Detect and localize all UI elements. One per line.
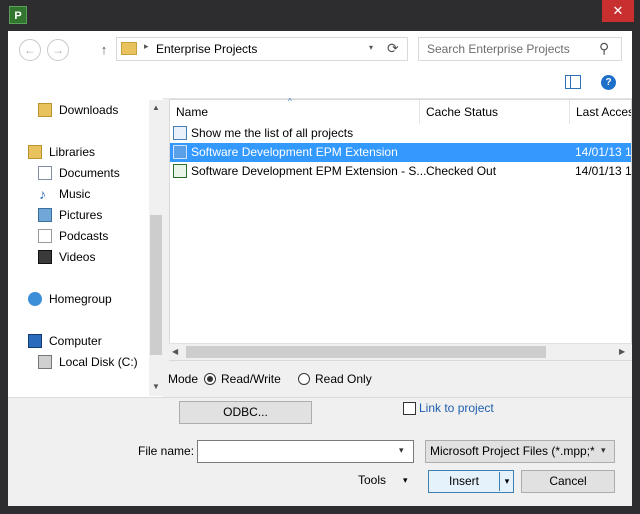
- insert-button[interactable]: Insert ▾: [428, 470, 514, 493]
- split-divider: [499, 472, 500, 491]
- homegroup-icon: [28, 292, 42, 306]
- sidebar-scrollbar[interactable]: ▲ ▼: [149, 100, 163, 396]
- project-file-icon: [173, 145, 187, 159]
- sidebar-label: Videos: [59, 250, 96, 264]
- insert-dropdown-icon[interactable]: ▾: [501, 471, 513, 492]
- documents-icon: [38, 166, 52, 180]
- chevron-down-icon[interactable]: ▾: [601, 445, 606, 456]
- project-app-icon: P: [9, 6, 27, 24]
- file-name-label: File name:: [138, 444, 195, 458]
- insert-label: Insert: [448, 474, 479, 488]
- pictures-icon: [38, 208, 52, 222]
- sort-ascending-icon: ^: [288, 97, 292, 106]
- row-date: 14/01/13 1: [575, 145, 632, 159]
- downloads-icon: [38, 103, 52, 117]
- address-dropdown-icon[interactable]: ▾: [369, 43, 373, 52]
- mode-label: Mode: [168, 372, 199, 386]
- file-list[interactable]: Name ^ Cache Status Last Accessed Show m…: [169, 97, 632, 361]
- divider: [8, 397, 632, 398]
- sidebar-label: Downloads: [59, 103, 119, 117]
- breadcrumb[interactable]: Enterprise Projects: [156, 42, 257, 56]
- row-name: Show me the list of all projects: [191, 126, 354, 140]
- sidebar-label: Music: [59, 187, 91, 201]
- read-write-label[interactable]: Read/Write: [221, 372, 281, 386]
- list-row[interactable]: Software Development EPM Extension - S..…: [170, 162, 632, 181]
- preview-pane-icon[interactable]: [565, 75, 581, 89]
- scroll-thumb[interactable]: [186, 346, 546, 358]
- disk-icon: [38, 355, 52, 369]
- file-name-input[interactable]: ▾: [197, 440, 414, 463]
- column-header-last-accessed[interactable]: Last Accessed: [570, 100, 631, 124]
- sidebar-label: Homegroup: [49, 292, 112, 306]
- breadcrumb-separator: ▸: [144, 41, 149, 51]
- tools-menu[interactable]: Tools ▾: [346, 470, 416, 493]
- list-row-selected[interactable]: Software Development EPM Extension 14/01…: [170, 143, 632, 162]
- row-name: Software Development EPM Extension: [191, 145, 398, 159]
- videos-icon: [38, 250, 52, 264]
- help-icon[interactable]: ?: [601, 75, 616, 90]
- odbc-button[interactable]: ODBC...: [179, 401, 312, 424]
- forward-button[interactable]: →: [47, 39, 69, 61]
- scroll-right-icon[interactable]: ▶: [619, 347, 625, 356]
- search-placeholder: Search Enterprise Projects: [427, 42, 570, 56]
- scroll-left-icon[interactable]: ◀: [172, 347, 178, 356]
- scroll-thumb[interactable]: [150, 215, 162, 355]
- scroll-down-icon[interactable]: ▼: [150, 382, 162, 391]
- project-list-icon: [173, 126, 187, 140]
- scroll-up-icon[interactable]: ▲: [150, 103, 162, 112]
- refresh-icon[interactable]: ⟳: [387, 40, 399, 57]
- file-type-value: Microsoft Project Files (*.mpp;*: [430, 444, 595, 458]
- up-button[interactable]: ↑: [96, 39, 112, 61]
- list-horizontal-scrollbar[interactable]: ◀ ▶: [169, 343, 632, 360]
- music-icon: ♪: [39, 186, 46, 202]
- sidebar-label: Pictures: [59, 208, 103, 222]
- search-input[interactable]: Search Enterprise Projects ⚲: [418, 37, 622, 61]
- link-to-project-checkbox[interactable]: [403, 402, 416, 415]
- search-icon: ⚲: [599, 40, 610, 56]
- cancel-button[interactable]: Cancel: [521, 470, 615, 493]
- column-header-name[interactable]: Name: [170, 100, 420, 124]
- navigation-pane: Downloads Libraries Documents ♪ Music Pi…: [8, 98, 163, 398]
- title-bar: P ✕: [0, 0, 640, 30]
- computer-icon: [28, 334, 42, 348]
- tools-label: Tools: [358, 473, 387, 487]
- read-only-radio[interactable]: [298, 373, 310, 385]
- close-button[interactable]: ✕: [602, 0, 634, 22]
- file-type-select[interactable]: Microsoft Project Files (*.mpp;* ▾: [425, 440, 615, 463]
- sidebar-label: Libraries: [49, 145, 96, 159]
- sidebar-label: Computer: [49, 334, 102, 348]
- podcasts-icon: [38, 229, 52, 243]
- row-date: 14/01/13 1: [575, 164, 632, 178]
- back-button[interactable]: ←: [19, 39, 41, 61]
- sidebar-label: Podcasts: [59, 229, 109, 243]
- read-only-label[interactable]: Read Only: [315, 372, 372, 386]
- read-write-radio[interactable]: [204, 373, 216, 385]
- address-bar[interactable]: ▸ Enterprise Projects ▾ ⟳: [116, 37, 408, 61]
- sidebar-label: Documents: [59, 166, 120, 180]
- toolbar: ?: [8, 69, 632, 99]
- list-row[interactable]: Show me the list of all projects: [170, 124, 631, 143]
- project-checked-out-icon: [173, 164, 187, 178]
- chevron-down-icon[interactable]: ▾: [399, 445, 404, 456]
- column-header-cache-status[interactable]: Cache Status: [420, 100, 570, 124]
- libraries-icon: [28, 145, 42, 159]
- row-name: Software Development EPM Extension - S..…: [191, 164, 427, 178]
- chevron-down-icon: ▾: [403, 475, 408, 485]
- row-status: Checked Out: [426, 164, 497, 178]
- sidebar-label: Local Disk (C:): [59, 355, 138, 369]
- link-to-project-label[interactable]: Link to project: [419, 401, 494, 415]
- folder-icon: [121, 42, 137, 55]
